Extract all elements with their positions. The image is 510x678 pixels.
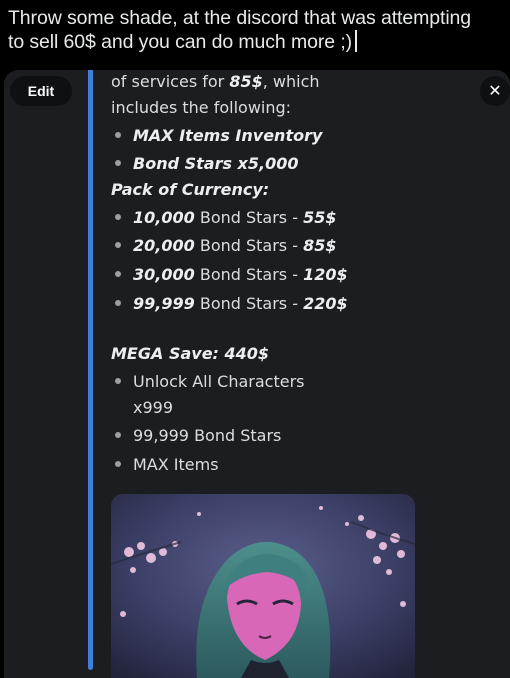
intro-line-2: includes the following: [111, 98, 292, 117]
currency-item: 99,999 Bond Stars - 220$ [133, 294, 348, 313]
currency-amount: 20,000 [133, 236, 195, 255]
bullet-icon [115, 160, 121, 166]
media-preview: Edit ✕ of services for 85$, which includ… [4, 70, 510, 678]
bullet-icon [115, 432, 121, 438]
intro-prefix: of services for [111, 72, 230, 91]
bullet-icon [115, 242, 121, 248]
currency-item: 20,000 Bond Stars - 85$ [133, 236, 336, 255]
currency-price: 55$ [303, 208, 337, 227]
bullet-icon [115, 214, 121, 220]
intro-price: 85$ [229, 72, 263, 91]
included-item: MAX Items Inventory [133, 126, 323, 145]
mega-item: Unlock All Characters [133, 372, 305, 391]
post-text-line-2: to sell 60$ and you can do much more ;) [8, 30, 508, 54]
bullet-icon [115, 378, 121, 384]
currency-unit: Bond Stars - [194, 294, 304, 313]
post-text-line-2-content: to sell 60$ and you can do much more ;) [8, 31, 353, 53]
currency-item: 30,000 Bond Stars - 120$ [133, 265, 348, 284]
currency-amount: 10,000 [133, 208, 195, 227]
currency-unit: Bond Stars - [194, 236, 304, 255]
intro-line-1: of services for 85$, which [111, 72, 320, 91]
currency-amount: 99,999 [133, 294, 195, 313]
close-icon: ✕ [488, 81, 502, 100]
included-item: Bond Stars x5,000 [133, 154, 299, 173]
currency-price: 120$ [303, 265, 348, 284]
currency-heading: Pack of Currency: [111, 180, 270, 199]
currency-unit: Bond Stars - [194, 265, 304, 284]
bullet-icon [115, 300, 121, 306]
bullet-icon [115, 271, 121, 277]
currency-price: 85$ [303, 236, 337, 255]
mega-heading: MEGA Save: 440$ [111, 344, 270, 363]
currency-price: 220$ [303, 294, 348, 313]
bullet-icon [115, 132, 121, 138]
post-text: Throw some shade, at the discord that wa… [8, 6, 508, 54]
mega-item: MAX Items [133, 455, 219, 474]
intro-suffix: , which [262, 72, 320, 91]
bullet-icon [115, 461, 121, 467]
currency-amount: 30,000 [133, 265, 195, 284]
mega-item-continuation: x999 [133, 398, 174, 417]
currency-unit: Bond Stars - [194, 208, 304, 227]
remove-media-button[interactable]: ✕ [480, 76, 510, 106]
mega-item: 99,999 Bond Stars [133, 426, 282, 445]
currency-item: 10,000 Bond Stars - 55$ [133, 208, 336, 227]
edit-media-button[interactable]: Edit [10, 76, 72, 106]
text-cursor [355, 30, 357, 52]
post-text-line-1: Throw some shade, at the discord that wa… [8, 7, 472, 29]
character-artwork [111, 494, 415, 678]
quote-accent-bar [88, 70, 93, 670]
